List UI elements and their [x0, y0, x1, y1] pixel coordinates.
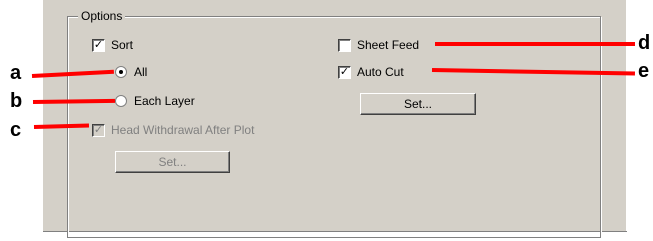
radio-selected-icon — [115, 66, 127, 78]
sheet-feed-label: Sheet Feed — [357, 38, 420, 52]
radio-unselected-icon — [115, 95, 127, 107]
checkbox-checked-icon: ✓ — [92, 38, 105, 52]
head-withdrawal-label: Head Withdrawal After Plot — [111, 123, 255, 137]
checkbox-checked-icon: ✓ — [92, 123, 105, 137]
checkbox-unchecked-icon — [338, 38, 351, 52]
auto-cut-label: Auto Cut — [357, 65, 404, 79]
callout-pointer-d — [435, 42, 635, 46]
set-button-left[interactable]: Set... — [115, 151, 230, 173]
callout-b: b — [10, 90, 23, 112]
each-layer-radio[interactable]: Each Layer — [115, 94, 195, 108]
callout-c: c — [10, 119, 22, 141]
each-layer-label: Each Layer — [134, 94, 195, 108]
set-button-right[interactable]: Set... — [360, 93, 476, 115]
callout-e: e — [638, 60, 650, 82]
callout-d: d — [638, 32, 651, 54]
checkbox-checked-icon: ✓ — [338, 65, 351, 79]
callout-a: a — [10, 62, 22, 84]
all-radio[interactable]: All — [115, 65, 147, 79]
sheet-feed-checkbox[interactable]: Sheet Feed — [338, 38, 419, 52]
sort-label: Sort — [111, 38, 134, 52]
head-withdrawal-checkbox[interactable]: ✓ Head Withdrawal After Plot — [92, 123, 254, 137]
sort-checkbox[interactable]: ✓ Sort — [92, 38, 133, 52]
all-label: All — [134, 65, 148, 79]
options-group-title: Options — [78, 9, 126, 23]
auto-cut-checkbox[interactable]: ✓ Auto Cut — [338, 65, 404, 79]
